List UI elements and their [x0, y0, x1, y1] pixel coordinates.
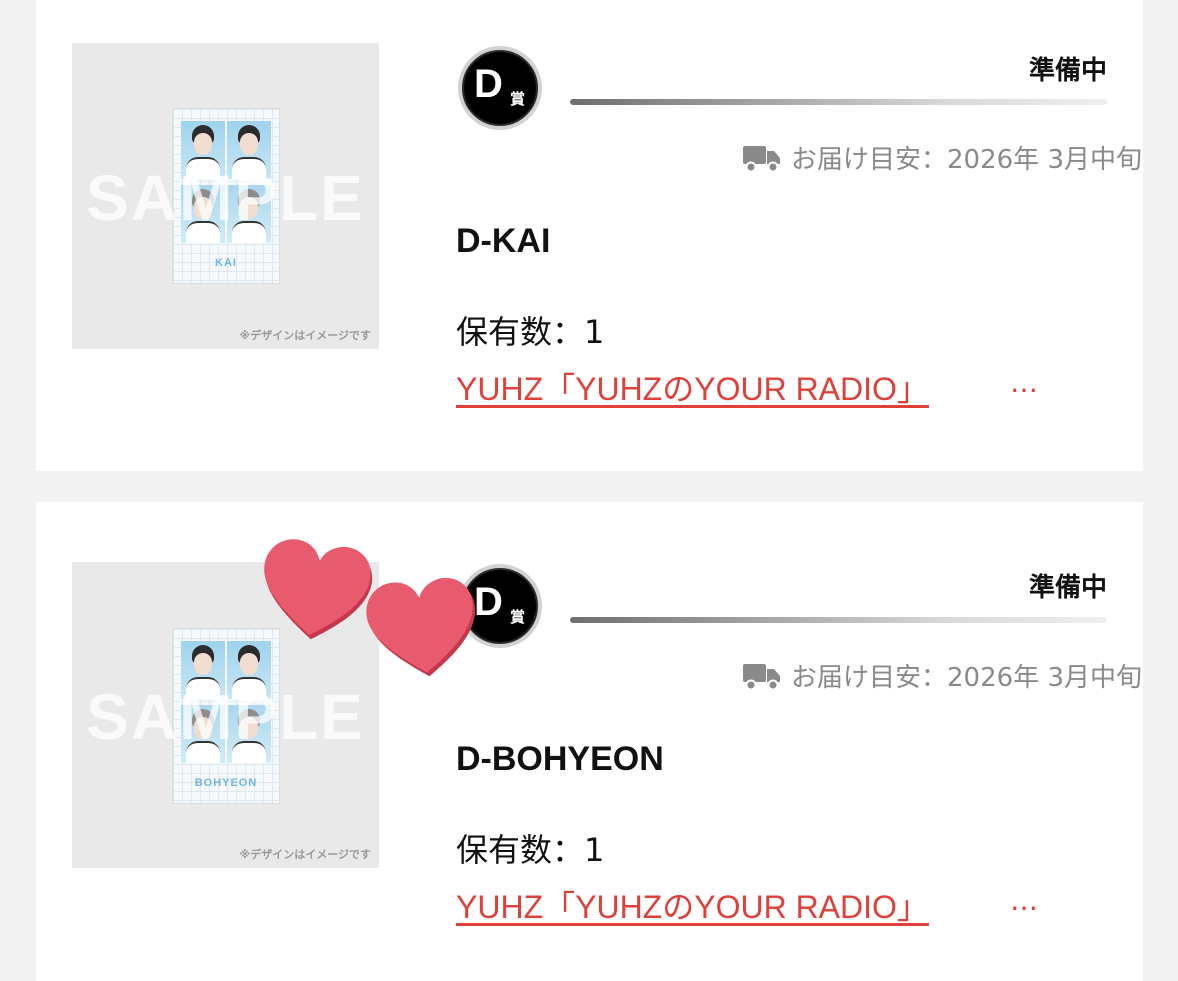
lottery-link[interactable]: YUHZ「YUHZのYOUR RADIO」 — [456, 882, 929, 928]
heart-icon — [366, 577, 476, 677]
truck-icon — [743, 663, 781, 690]
grade-letter: D — [474, 62, 503, 106]
owned-count: 保有数：1 — [456, 831, 605, 869]
grade-divider — [570, 99, 1107, 105]
heart-stickers — [264, 539, 476, 677]
heart-icon — [264, 539, 372, 640]
sample-watermark: SAMPLE — [86, 681, 365, 753]
link-ellipsis: … — [1010, 884, 1038, 917]
owned-count: 保有数：1 — [456, 313, 605, 351]
delivery-estimate: お届け目安：2026年 3月中旬 — [743, 657, 1142, 694]
delivery-text: お届け目安：2026年 3月中旬 — [791, 663, 1142, 693]
grade-badge: D 賞 — [458, 46, 542, 130]
delivery-estimate: お届け目安：2026年 3月中旬 — [743, 139, 1142, 176]
prize-thumbnail[interactable]: KAI SAMPLE ※デザインはイメージです — [72, 43, 379, 349]
status-label: 準備中 — [1028, 56, 1107, 86]
prize-name: D-BOHYEON — [456, 740, 664, 778]
sample-watermark: SAMPLE — [86, 162, 365, 234]
lottery-link[interactable]: YUHZ「YUHZのYOUR RADIO」 — [456, 364, 929, 410]
image-disclaimer: ※デザインはイメージです — [239, 329, 371, 342]
photocard-name: KAI — [215, 257, 237, 269]
prize-name: D-KAI — [456, 222, 551, 260]
grade-divider — [570, 617, 1107, 623]
link-ellipsis: … — [1010, 366, 1038, 399]
grade-suffix: 賞 — [510, 608, 526, 626]
grade-letter: D — [474, 580, 503, 624]
image-disclaimer: ※デザインはイメージです — [239, 848, 371, 861]
photocard-name: BOHYEON — [194, 777, 258, 789]
truck-icon — [743, 145, 781, 172]
status-label: 準備中 — [1028, 573, 1107, 603]
grade-suffix: 賞 — [510, 90, 526, 108]
delivery-text: お届け目安：2026年 3月中旬 — [791, 145, 1142, 175]
